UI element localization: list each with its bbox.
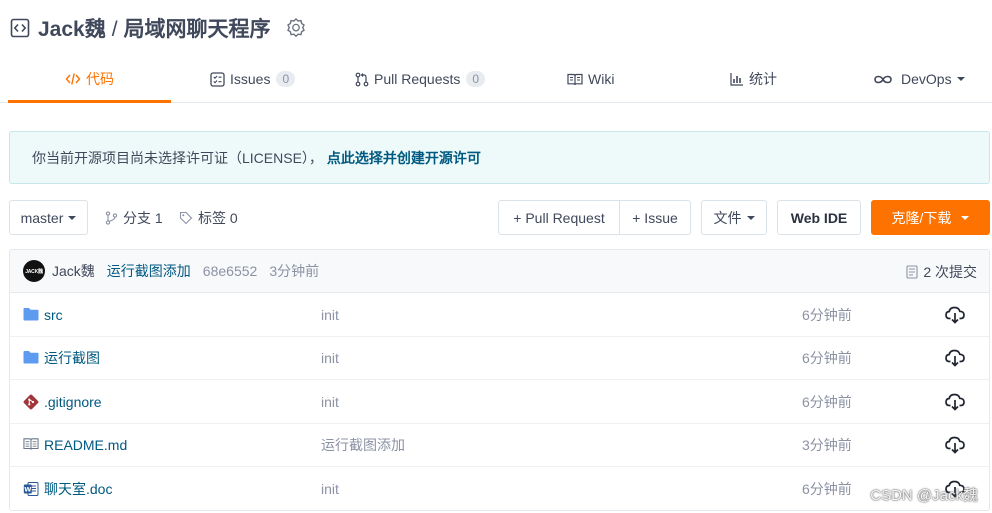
- file-commit-message-link[interactable]: init: [321, 380, 339, 423]
- wiki-icon: [567, 73, 583, 86]
- pull-requests-count-badge: 0: [466, 71, 486, 87]
- tag-icon: [179, 211, 193, 225]
- tab-label: Issues: [230, 71, 271, 87]
- file-commit-message-link[interactable]: init: [321, 293, 339, 336]
- readme-icon: [23, 437, 39, 453]
- file-row: src init 6分钟前: [10, 293, 989, 337]
- branches-count: 分支 1: [123, 209, 163, 226]
- download-cloud-icon[interactable]: [945, 380, 965, 423]
- download-cloud-icon[interactable]: [945, 293, 965, 336]
- tab-label: DevOps: [901, 71, 952, 87]
- file-updated-time: 6分钟前: [802, 480, 852, 497]
- license-notice-text: 你当前开源项目尚未选择许可证（LICENSE），: [32, 149, 323, 166]
- file-name: .gitignore: [44, 393, 102, 410]
- new-issue-button[interactable]: + Issue: [619, 200, 691, 235]
- tab-label: Wiki: [588, 71, 615, 87]
- word-doc-icon: W: [23, 481, 39, 497]
- file-updated-time: 3分钟前: [802, 437, 852, 454]
- issues-count-badge: 0: [276, 71, 296, 87]
- tab-pull-requests[interactable]: Pull Requests 0: [355, 56, 486, 102]
- avatar[interactable]: JACK魏: [23, 260, 45, 282]
- file-row: W 聊天室.doc init 6分钟前: [10, 467, 989, 510]
- folder-icon: [23, 350, 39, 366]
- repo-header: Jack魏 / 局域网聊天程序: [10, 12, 307, 44]
- commit-message-link[interactable]: 运行截图添加: [107, 261, 191, 281]
- repo-toolbar: master 分支 1 标签 0 + Pull Request + Issue …: [9, 200, 990, 236]
- tab-label: 代码: [86, 71, 114, 87]
- pull-request-icon: [355, 72, 369, 87]
- file-name-link[interactable]: src: [23, 293, 63, 336]
- file-menu-button[interactable]: 文件: [701, 200, 767, 235]
- commit-hash-link[interactable]: 68e6552: [203, 263, 258, 279]
- clone-download-label: 克隆/下载: [891, 209, 952, 226]
- new-pull-request-button[interactable]: + Pull Request: [498, 200, 620, 235]
- tab-stats[interactable]: 统计: [730, 56, 777, 102]
- commit-count-label: 2 次提交: [923, 263, 977, 280]
- recommended-badge-icon[interactable]: [285, 17, 307, 39]
- repo-code-icon: [10, 18, 30, 38]
- tab-code[interactable]: 代码: [8, 56, 171, 103]
- svg-text:W: W: [24, 485, 31, 493]
- repo-title: Jack魏 / 局域网聊天程序: [38, 13, 271, 43]
- git-file-icon: [23, 394, 39, 410]
- repo-path-separator: /: [111, 18, 118, 41]
- commits-icon: [906, 264, 918, 279]
- download-cloud-icon[interactable]: [945, 424, 965, 467]
- tab-wiki[interactable]: Wiki: [567, 56, 614, 102]
- chevron-down-icon: [68, 215, 77, 220]
- clone-download-button[interactable]: 克隆/下载: [871, 200, 990, 235]
- commit-count-link[interactable]: 2 次提交: [906, 250, 977, 293]
- file-name: 聊天室.doc: [44, 480, 113, 497]
- file-name: src: [44, 306, 63, 323]
- download-cloud-icon[interactable]: [945, 337, 965, 380]
- file-updated-time: 6分钟前: [802, 306, 852, 323]
- commit-time: 3分钟前: [269, 263, 320, 279]
- tags-count: 标签 0: [198, 209, 238, 226]
- file-row: .gitignore init 6分钟前: [10, 380, 989, 424]
- commit-author[interactable]: Jack魏: [52, 261, 95, 281]
- chevron-down-icon: [961, 215, 970, 220]
- csdn-watermark: CSDN @Jack魏: [870, 487, 978, 504]
- code-icon: [65, 72, 81, 86]
- devops-icon: [873, 74, 893, 85]
- branch-icon: [105, 210, 118, 225]
- repo-name-link[interactable]: 局域网聊天程序: [124, 18, 271, 41]
- file-commit-message-link[interactable]: init: [321, 467, 339, 510]
- file-name-link[interactable]: README.md: [23, 424, 127, 467]
- tags-link[interactable]: 标签 0: [179, 200, 238, 235]
- file-updated-time: 6分钟前: [802, 350, 852, 367]
- file-updated-time: 6分钟前: [802, 393, 852, 410]
- folder-icon: [23, 307, 39, 323]
- web-ide-button[interactable]: Web IDE: [777, 200, 861, 235]
- file-row: README.md 运行截图添加 3分钟前: [10, 424, 989, 468]
- tab-issues[interactable]: Issues 0: [210, 56, 296, 102]
- file-commit-message-link[interactable]: init: [321, 337, 339, 380]
- stats-icon: [730, 72, 744, 86]
- chevron-down-icon: [746, 215, 755, 220]
- tab-label: 统计: [749, 71, 777, 87]
- file-name-link[interactable]: 运行截图: [23, 337, 100, 380]
- repo-owner-link[interactable]: Jack魏: [38, 18, 106, 41]
- create-license-link[interactable]: 点此选择并创建开源许可: [327, 148, 481, 168]
- file-row: 运行截图 init 6分钟前: [10, 337, 989, 381]
- file-name: README.md: [44, 437, 128, 454]
- file-commit-message-link[interactable]: 运行截图添加: [321, 424, 405, 467]
- file-menu-label: 文件: [713, 209, 742, 226]
- tab-label: Pull Requests: [374, 71, 461, 87]
- repo-tabs: 代码 Issues 0 Pull Requests 0 Wiki 统计 DevO…: [0, 56, 992, 103]
- file-browser: JACK魏 Jack魏 运行截图添加 68e6552 3分钟前 2 次提交 sr…: [9, 249, 990, 511]
- issues-icon: [210, 71, 225, 87]
- file-name: 运行截图: [44, 350, 100, 367]
- branches-link[interactable]: 分支 1: [105, 200, 163, 235]
- branch-select[interactable]: master: [9, 200, 88, 235]
- latest-commit-bar: JACK魏 Jack魏 运行截图添加 68e6552 3分钟前 2 次提交: [10, 250, 989, 293]
- chevron-down-icon: [956, 77, 965, 81]
- file-name-link[interactable]: W 聊天室.doc: [23, 467, 112, 510]
- license-notice: 你当前开源项目尚未选择许可证（LICENSE）， 点此选择并创建开源许可: [9, 131, 990, 184]
- branch-select-value: master: [20, 209, 64, 226]
- file-name-link[interactable]: .gitignore: [23, 380, 102, 423]
- tab-devops[interactable]: DevOps: [873, 56, 965, 102]
